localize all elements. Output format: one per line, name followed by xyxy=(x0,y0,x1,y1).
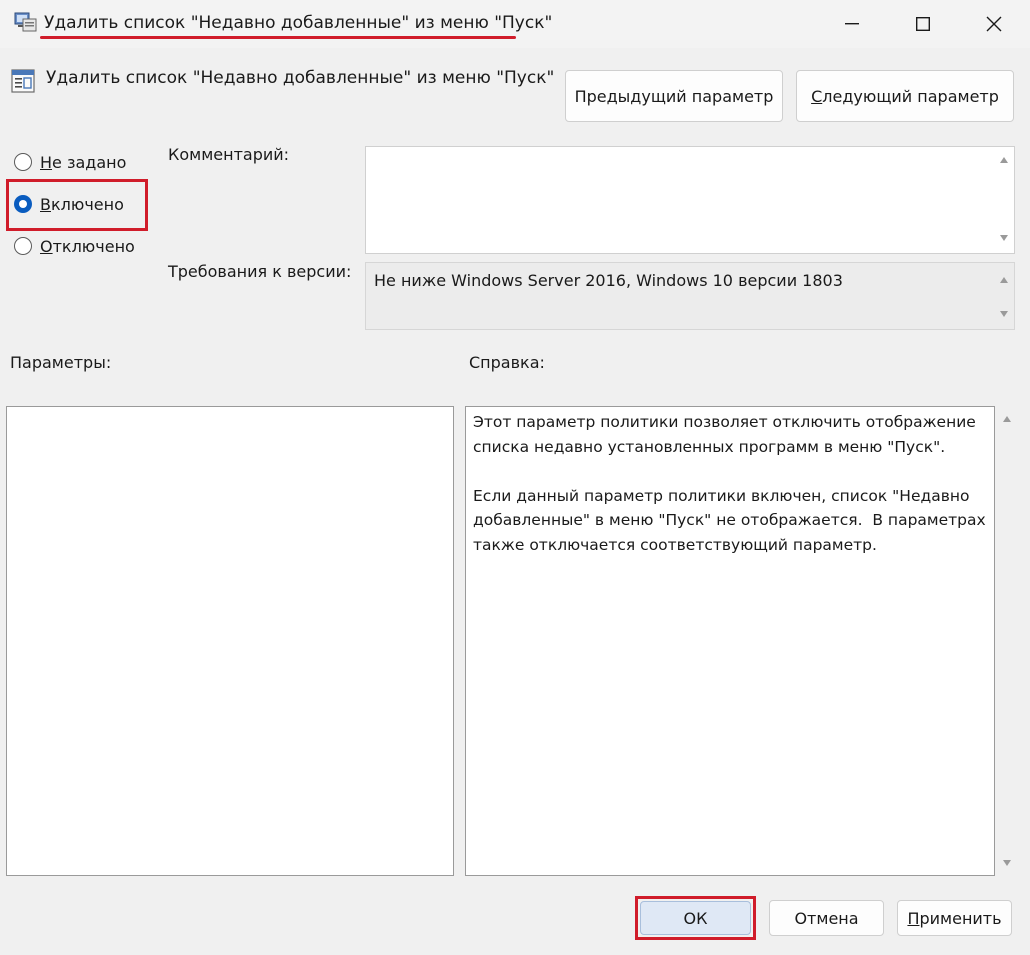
close-button[interactable] xyxy=(960,0,1028,48)
ok-button[interactable]: ОК xyxy=(640,901,751,935)
prev-label-mnemonic: д xyxy=(606,86,618,106)
parameters-label: Параметры: xyxy=(10,353,112,372)
ok-label: ОК xyxy=(683,908,708,928)
scroll-up-icon[interactable] xyxy=(1000,277,1008,283)
next-label-mnemonic: С xyxy=(811,86,823,106)
comment-label: Комментарий: xyxy=(168,145,290,164)
apply-button[interactable]: Применить xyxy=(897,900,1012,936)
help-scroll-down-icon[interactable] xyxy=(1003,860,1011,866)
scroll-up-icon[interactable] xyxy=(1000,157,1008,163)
window-title: Удалить список "Недавно добавленные" из … xyxy=(44,13,553,33)
help-label: Справка: xyxy=(469,353,545,372)
scroll-down-icon[interactable] xyxy=(1000,311,1008,317)
requirements-field: Не ниже Windows Server 2016, Windows 10 … xyxy=(365,262,1015,330)
radio-label-after: ключено xyxy=(50,194,124,214)
requirements-value: Не ниже Windows Server 2016, Windows 10 … xyxy=(374,271,843,290)
radio-not-configured[interactable]: Не задано xyxy=(14,149,126,175)
radio-disabled[interactable]: Отключено xyxy=(14,233,135,259)
policy-editor-icon xyxy=(14,11,38,33)
radio-label-mnemonic: О xyxy=(40,236,53,256)
cancel-label: Отмена xyxy=(794,908,859,928)
apply-label-after: рименить xyxy=(919,908,1002,928)
parameters-panel xyxy=(6,406,454,876)
next-label-after: ледующий параметр xyxy=(822,86,999,106)
radio-circle[interactable] xyxy=(14,237,32,255)
scroll-down-icon[interactable] xyxy=(1000,235,1008,241)
radio-enabled[interactable]: Включено xyxy=(14,191,124,217)
help-text: Этот параметр политики позволяет отключи… xyxy=(473,413,986,554)
radio-label-mnemonic: В xyxy=(40,194,51,214)
close-icon xyxy=(986,16,1002,32)
radio-circle-checked[interactable] xyxy=(14,195,32,213)
minimize-button[interactable] xyxy=(818,0,886,48)
radio-label-after: е задано xyxy=(52,152,127,172)
radio-label-mnemonic: Н xyxy=(40,152,53,172)
help-scroll-up-icon[interactable] xyxy=(1003,416,1011,422)
radio-circle[interactable] xyxy=(14,153,32,171)
policy-name: Удалить список "Недавно добавленные" из … xyxy=(46,68,555,88)
minimize-icon xyxy=(845,23,859,25)
next-setting-button[interactable]: Следующий параметр xyxy=(796,70,1014,122)
maximize-button[interactable] xyxy=(889,0,957,48)
apply-label-mnemonic: П xyxy=(907,908,920,928)
maximize-icon xyxy=(916,17,930,31)
prev-label-before: Пре xyxy=(574,86,607,106)
comment-textarea[interactable] xyxy=(365,146,1015,254)
prev-label-after: ыдущий параметр xyxy=(617,86,774,106)
cancel-button[interactable]: Отмена xyxy=(769,900,884,936)
policy-setting-icon xyxy=(10,68,36,94)
help-panel: Этот параметр политики позволяет отключи… xyxy=(465,406,995,876)
requirements-label: Требования к версии: xyxy=(168,262,352,281)
radio-label-after: тключено xyxy=(52,236,135,256)
title-underline-annotation xyxy=(40,36,516,39)
previous-setting-button[interactable]: Пре д ыдущий параметр xyxy=(565,70,783,122)
